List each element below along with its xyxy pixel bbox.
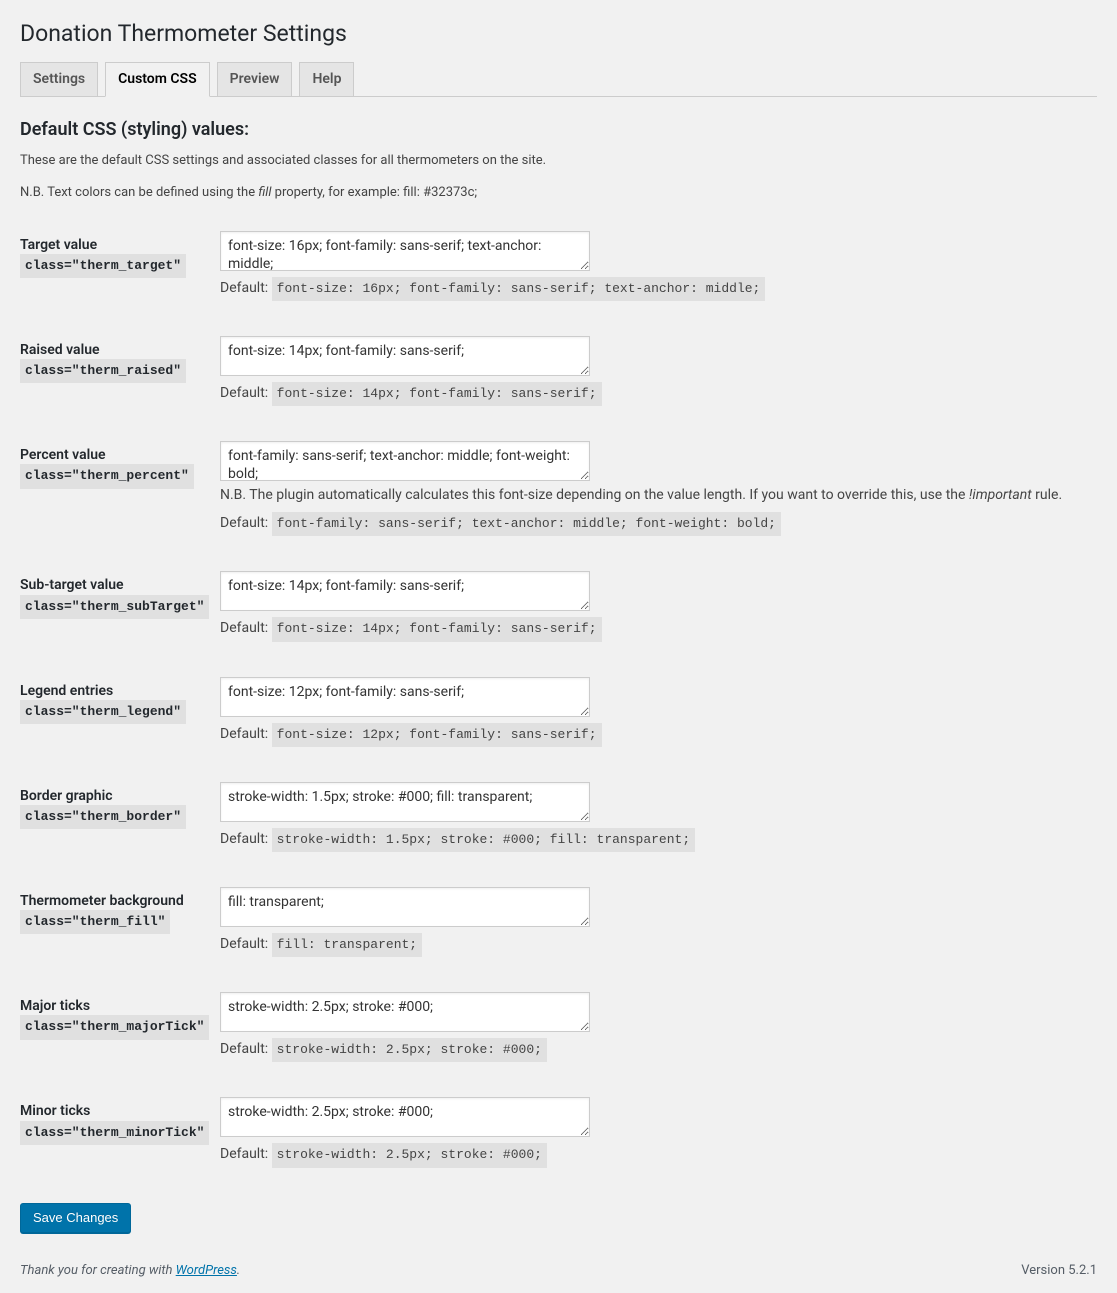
intro2-em: fill: [258, 185, 271, 200]
tab-help[interactable]: Help: [299, 62, 354, 97]
class-percent: class="therm_percent": [20, 464, 194, 488]
settings-form-table: Target value class="therm_target" Defaul…: [20, 216, 1097, 1188]
footer-thanks-post: .: [237, 1263, 240, 1278]
input-percent[interactable]: [220, 441, 590, 481]
label-border: Border graphic: [20, 788, 113, 804]
default-border: stroke-width: 1.5px; stroke: #000; fill:…: [272, 828, 695, 852]
tab-preview[interactable]: Preview: [217, 62, 293, 97]
intro-text-1: These are the default CSS settings and a…: [20, 151, 1097, 171]
row-border: Border graphic class="therm_border" Defa…: [20, 767, 1097, 872]
default-percent: font-family: sans-serif; text-anchor: mi…: [272, 512, 781, 536]
row-target: Target value class="therm_target" Defaul…: [20, 216, 1097, 321]
row-legend: Legend entries class="therm_legend" Defa…: [20, 662, 1097, 767]
input-minor[interactable]: [220, 1097, 590, 1137]
class-target: class="therm_target": [20, 254, 186, 278]
label-legend: Legend entries: [20, 683, 113, 699]
row-fill: Thermometer background class="therm_fill…: [20, 872, 1097, 977]
default-target: font-size: 16px; font-family: sans-serif…: [272, 277, 766, 301]
default-minor: stroke-width: 2.5px; stroke: #000;: [272, 1143, 547, 1167]
percent-nb: N.B. The plugin automatically calculates…: [220, 485, 1087, 506]
default-label: Default:: [220, 515, 272, 531]
footer-wordpress-link[interactable]: WordPress: [176, 1263, 237, 1278]
save-button[interactable]: Save Changes: [20, 1203, 131, 1233]
class-minor: class="therm_minorTick": [20, 1121, 209, 1145]
tab-custom-css[interactable]: Custom CSS: [105, 62, 210, 98]
default-major: stroke-width: 2.5px; stroke: #000;: [272, 1038, 547, 1062]
intro-text-2: N.B. Text colors can be defined using th…: [20, 183, 1097, 203]
default-label: Default:: [220, 726, 272, 742]
default-subtarget: font-size: 14px; font-family: sans-serif…: [272, 617, 602, 641]
intro2-post: property, for example: fill: #32373c;: [271, 185, 477, 200]
default-label: Default:: [220, 831, 272, 847]
class-major: class="therm_majorTick": [20, 1015, 209, 1039]
default-label: Default:: [220, 1041, 272, 1057]
label-target: Target value: [20, 237, 97, 253]
input-subtarget[interactable]: [220, 571, 590, 611]
input-raised[interactable]: [220, 336, 590, 376]
page-title: Donation Thermometer Settings: [20, 10, 1097, 53]
intro2-pre: N.B. Text colors can be defined using th…: [20, 185, 258, 200]
input-legend[interactable]: [220, 677, 590, 717]
class-border: class="therm_border": [20, 805, 186, 829]
class-fill: class="therm_fill": [20, 910, 170, 934]
default-label: Default:: [220, 385, 272, 401]
label-major: Major ticks: [20, 998, 90, 1014]
default-fill: fill: transparent;: [272, 933, 422, 957]
default-raised: font-size: 14px; font-family: sans-serif…: [272, 382, 602, 406]
input-target[interactable]: [220, 231, 590, 271]
label-percent: Percent value: [20, 447, 106, 463]
row-subtarget: Sub-target value class="therm_subTarget"…: [20, 556, 1097, 661]
label-fill: Thermometer background: [20, 893, 184, 909]
default-label: Default:: [220, 620, 272, 636]
tab-settings[interactable]: Settings: [20, 62, 98, 97]
input-border[interactable]: [220, 782, 590, 822]
tab-bar: Settings Custom CSS Preview Help: [20, 53, 1097, 98]
row-percent: Percent value class="therm_percent" N.B.…: [20, 426, 1097, 556]
default-label: Default:: [220, 280, 272, 296]
footer-thanks-pre: Thank you for creating with: [20, 1263, 176, 1278]
default-legend: font-size: 12px; font-family: sans-serif…: [272, 723, 602, 747]
row-raised: Raised value class="therm_raised" Defaul…: [20, 321, 1097, 426]
admin-footer: Thank you for creating with WordPress. V…: [0, 1233, 1117, 1293]
row-minor: Minor ticks class="therm_minorTick" Defa…: [20, 1082, 1097, 1187]
label-raised: Raised value: [20, 342, 100, 358]
footer-version: Version 5.2.1: [1021, 1263, 1097, 1278]
row-major: Major ticks class="therm_majorTick" Defa…: [20, 977, 1097, 1082]
default-label: Default:: [220, 1146, 272, 1162]
label-subtarget: Sub-target value: [20, 577, 124, 593]
class-subtarget: class="therm_subTarget": [20, 595, 209, 619]
label-minor: Minor ticks: [20, 1103, 90, 1119]
default-label: Default:: [220, 936, 272, 952]
class-raised: class="therm_raised": [20, 359, 186, 383]
input-major[interactable]: [220, 992, 590, 1032]
section-heading: Default CSS (styling) values:: [20, 119, 1097, 140]
class-legend: class="therm_legend": [20, 700, 186, 724]
input-fill[interactable]: [220, 887, 590, 927]
